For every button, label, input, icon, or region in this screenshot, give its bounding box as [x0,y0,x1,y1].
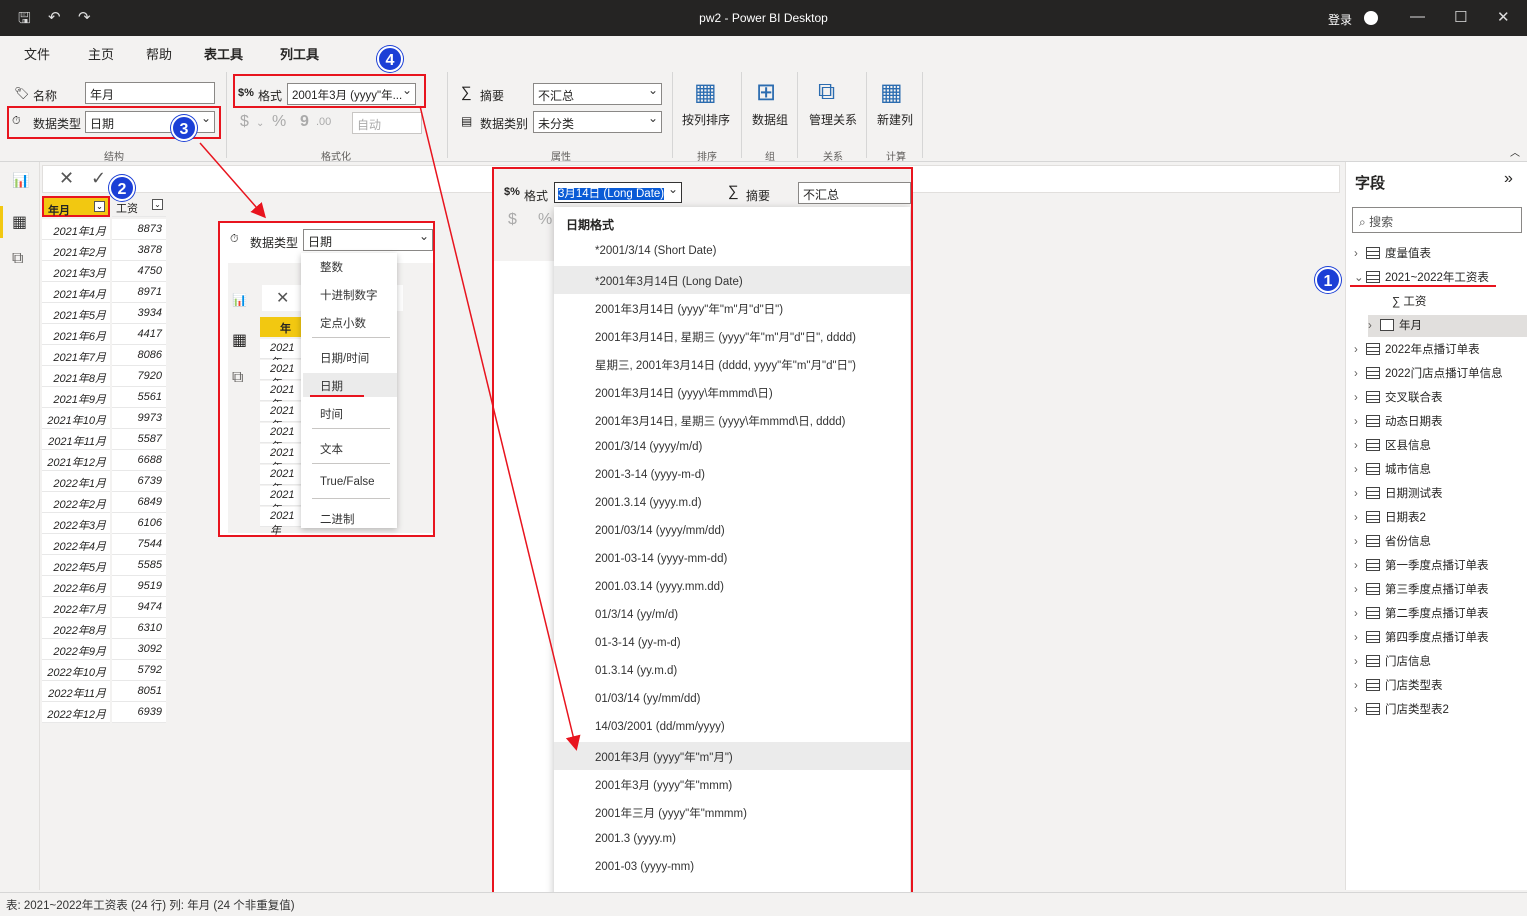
annotation-arrows [199,105,581,751]
arrow-to-datatype-popup [199,142,266,219]
arrow-to-format-item [419,105,581,751]
